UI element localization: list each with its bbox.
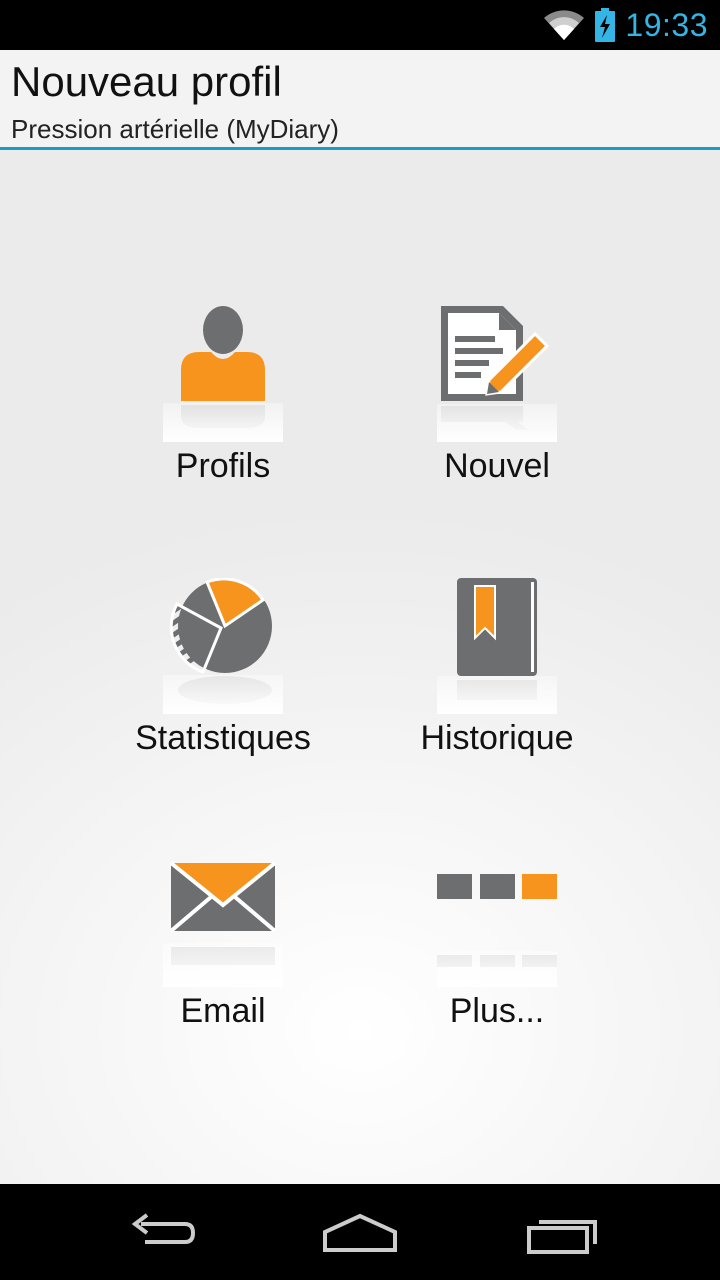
tile-label: Historique	[420, 719, 574, 757]
statistics-icon	[163, 578, 283, 714]
tile-profils[interactable]: Profils	[86, 306, 360, 536]
home-icon	[323, 1213, 397, 1252]
tile-nouvel[interactable]: Nouvel	[360, 306, 634, 536]
status-clock: 19:33	[625, 7, 708, 43]
home-button[interactable]	[315, 1204, 405, 1260]
tile-statistiques[interactable]: Statistiques	[86, 578, 360, 808]
new-entry-icon	[437, 306, 557, 442]
tile-label: Email	[180, 992, 266, 1030]
tile-historique[interactable]: Historique	[360, 578, 634, 808]
tile-label: Profils	[175, 447, 271, 485]
history-icon	[437, 578, 557, 714]
battery-charging-icon	[595, 8, 615, 42]
status-bar: 19:33	[0, 0, 720, 50]
action-bar: Nouveau profil Pression artérielle (MyDi…	[0, 50, 720, 150]
back-icon	[131, 1213, 196, 1244]
page-title: Nouveau profil	[11, 58, 282, 105]
tile-label: Nouvel	[444, 447, 550, 485]
profile-icon	[163, 306, 283, 442]
email-icon	[163, 851, 283, 987]
tile-label: Plus...	[449, 992, 545, 1030]
recent-apps-icon	[527, 1220, 597, 1254]
page-subtitle: Pression artérielle (MyDiary)	[11, 114, 339, 144]
navigation-bar	[0, 1184, 720, 1280]
tile-label: Statistiques	[135, 719, 311, 757]
dashboard-grid: Profils Nouvel Statistiques Historique E…	[0, 150, 720, 1184]
back-button[interactable]	[115, 1204, 205, 1260]
more-icon	[437, 851, 557, 987]
tile-plus[interactable]: Plus...	[360, 851, 634, 1081]
recent-apps-button[interactable]	[517, 1204, 607, 1260]
wifi-icon	[544, 10, 584, 41]
tile-email[interactable]: Email	[86, 851, 360, 1081]
